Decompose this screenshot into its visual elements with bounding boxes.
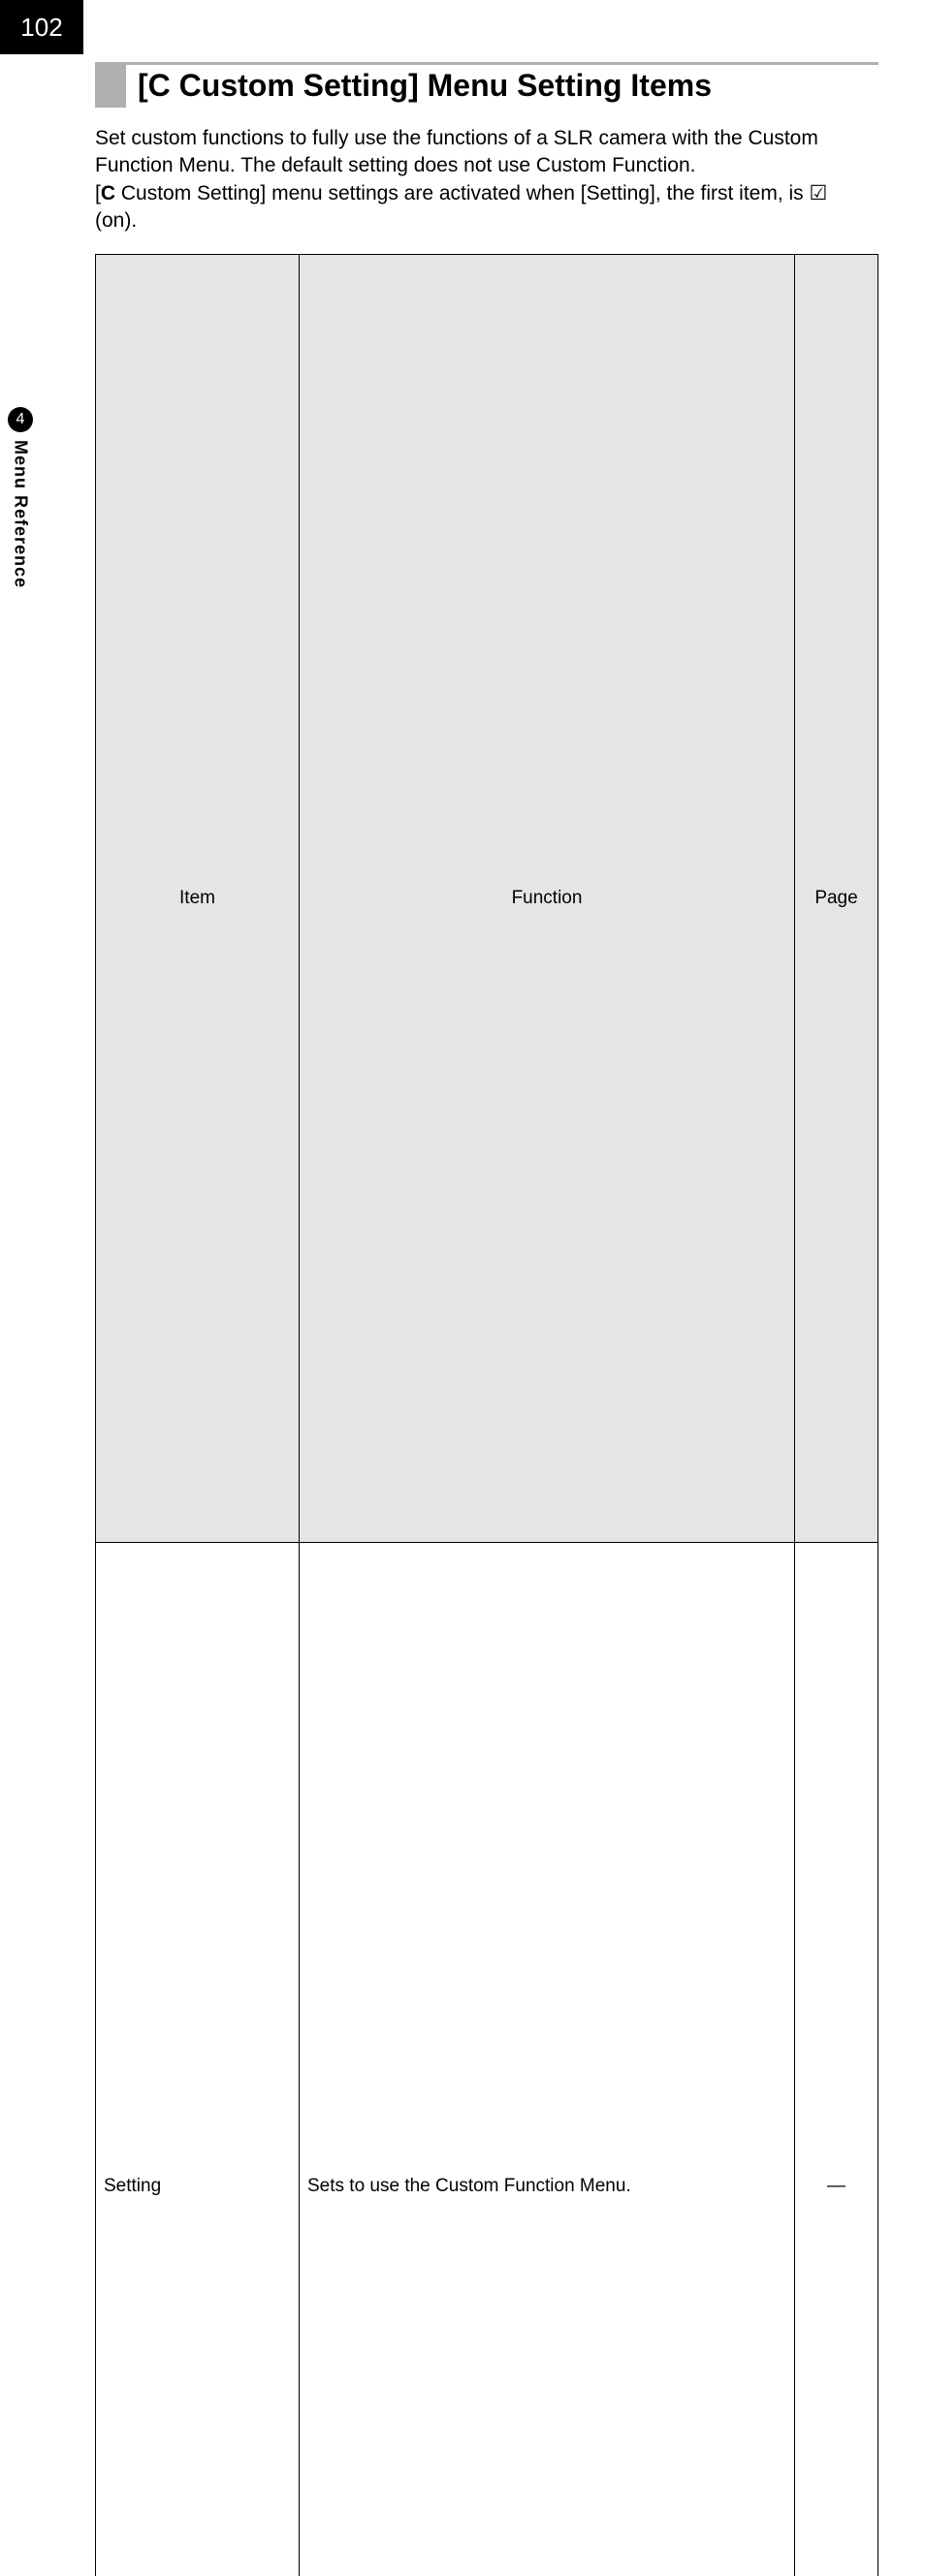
cell-item: Setting xyxy=(96,1543,300,2576)
table-header-row: Item Function Page xyxy=(96,255,878,1543)
intro-line1: Set custom functions to fully use the fu… xyxy=(95,127,818,176)
settings-table: Item Function Page Setting Sets to use t… xyxy=(95,254,878,2576)
cell-page: — xyxy=(795,1543,878,2576)
intro-line2c: Custom Setting] menu settings are activa… xyxy=(115,182,810,204)
page-number: 102 xyxy=(20,13,62,43)
section-title-prefix: [ xyxy=(138,68,148,103)
intro-paragraph: Set custom functions to fully use the fu… xyxy=(95,125,871,235)
chapter-number: 4 xyxy=(16,411,25,428)
chapter-number-dot: 4 xyxy=(8,407,33,432)
chapter-side-tab: 4 Menu Reference xyxy=(0,407,41,659)
intro-line2b: C xyxy=(101,182,115,204)
section-title-rest: Custom Setting] Menu Setting Items xyxy=(171,68,712,103)
chapter-label: Menu Reference xyxy=(11,440,31,588)
cell-function: Sets to use the Custom Function Menu. xyxy=(300,1543,795,2576)
checkbox-on-icon: ☑ xyxy=(810,182,828,204)
intro-line2e: (on). xyxy=(95,209,137,232)
page-number-tab: 102 xyxy=(0,0,83,54)
col-header-function: Function xyxy=(300,255,795,1543)
section-heading: [C Custom Setting] Menu Setting Items xyxy=(95,62,878,108)
col-header-page: Page xyxy=(795,255,878,1543)
table-row: Setting Sets to use the Custom Function … xyxy=(96,1543,878,2576)
col-header-item: Item xyxy=(96,255,300,1543)
section-title-bold: C xyxy=(148,68,171,103)
